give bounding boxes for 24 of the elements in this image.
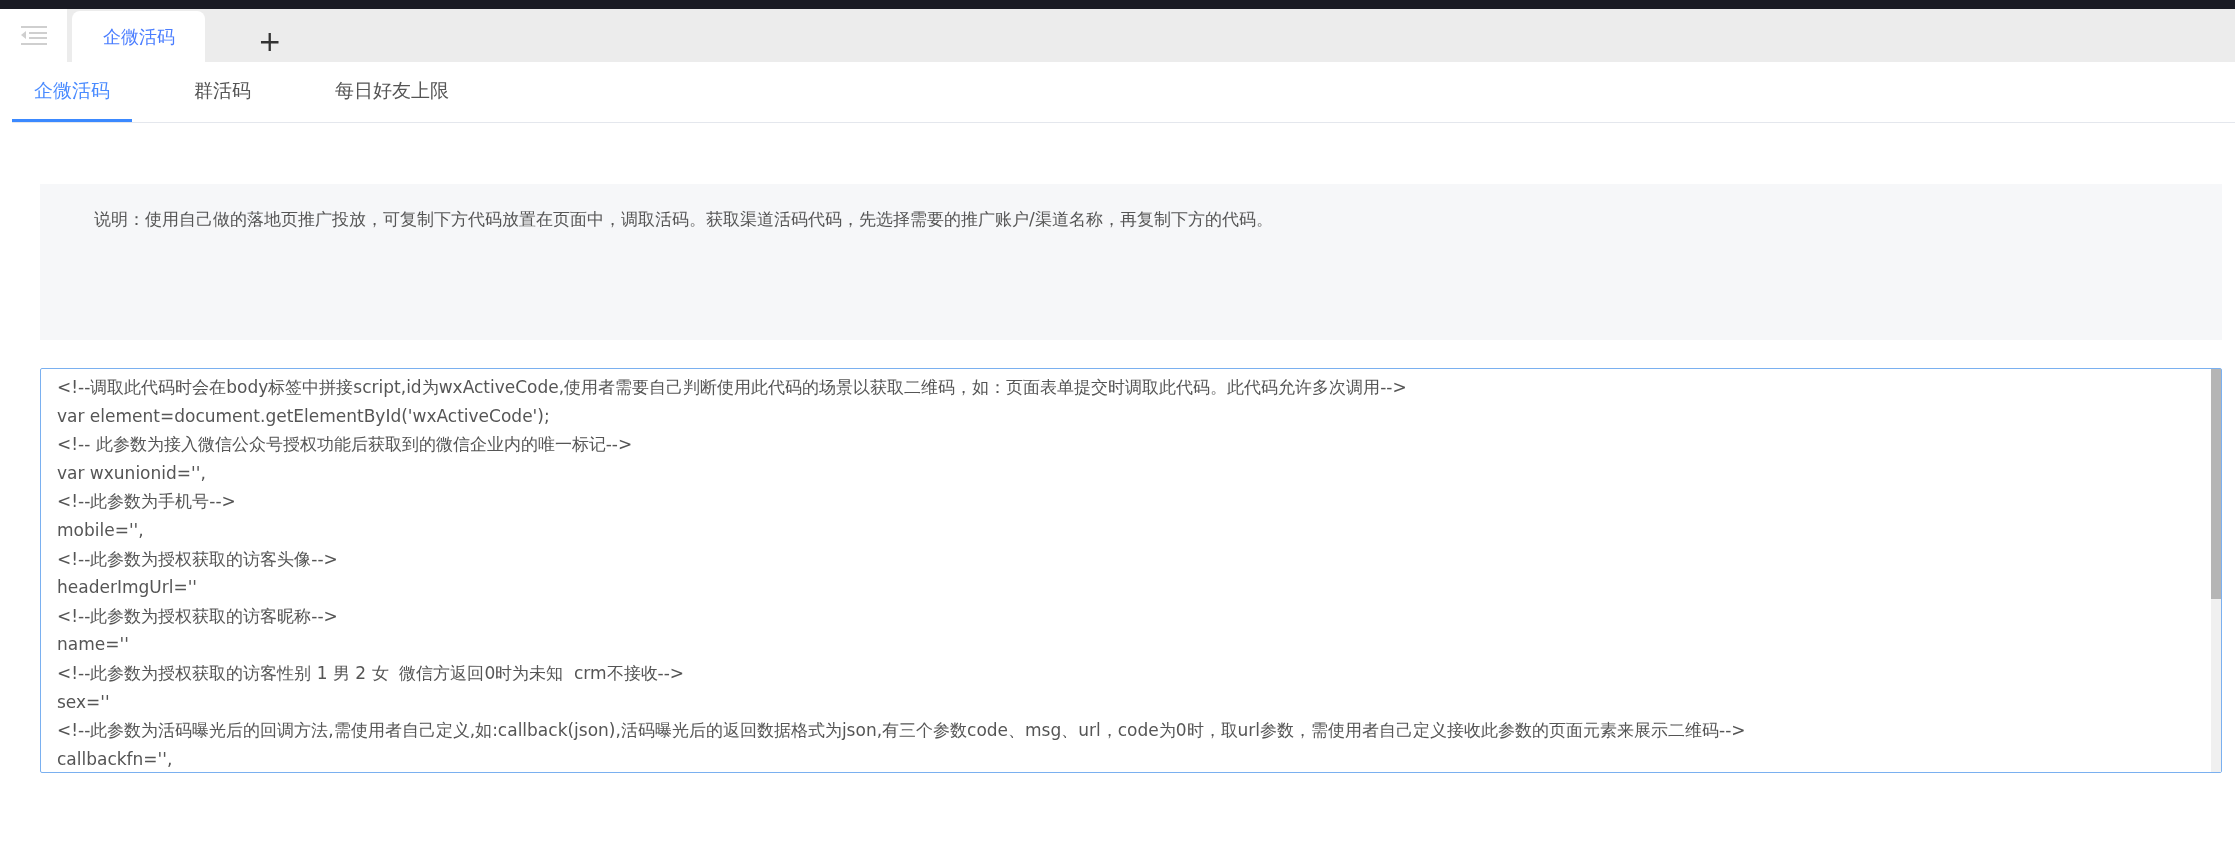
sub-tab[interactable]: 每日好友上限 [313,62,471,122]
code-field[interactable] [40,368,2222,773]
code-line: <!--此参数为授权获取的访客性别 1 男 2 女 微信方返回0时为未知 crm不接收--> [57,661,685,685]
code-line: sex='' [57,690,110,714]
code-line: <!--此参数为活码曝光后的回调方法,需使用者自己定义,如:callback(json),活码曝光后的返回数据格式为json,有三个参数code、msg、url，code为0时，取url参数，需使用者自己定义接收此参数的页面元素来展示二维码--> [57,719,1746,743]
code-line: callbackfn='', [57,747,173,771]
code-line: <!--此参数为手机号--> [57,490,236,514]
code-line: <!--调取此代码时会在body标签中拼接script,id为wxActiveCode,使用者需要自己判断使用此代码的场景以获取二维码，如：页面表单提交时调取此代码。此代码允许多次调用--> [57,376,1407,399]
menu-toggle-button[interactable] [0,9,67,62]
code-line: <!-- 此参数为接入微信公众号授权功能后获取到的微信企业内的唯一标记--> [57,433,633,457]
code-line: mobile='', [57,518,144,542]
page-tab[interactable]: 企微活码 [72,11,205,62]
code-line: var wxunionid='', [57,461,206,485]
code-line: name='' [57,633,129,657]
code-line: <!--此参数为授权获取的访客昵称--> [57,604,338,628]
sub-tab[interactable]: 群活码 [172,62,273,122]
menu-collapse-icon [20,25,47,46]
add-tab-button[interactable]: + [250,20,290,62]
scrollbar[interactable] [2211,369,2221,772]
scrollbar-thumb[interactable] [2211,369,2221,599]
code-line: var element=document.getElementById('wxActiveCode'); [57,404,550,428]
code-line: headerImgUrl='' [57,576,197,600]
description-text: 说明：使用自己做的落地页推广投放，可复制下方代码放置在页面中，调取活码。获取渠道活码代码，先选择需要的推广账户/渠道名称，再复制下方的代码。 [94,209,1273,229]
code-line: <!--此参数为授权获取的访客头像--> [57,547,338,571]
